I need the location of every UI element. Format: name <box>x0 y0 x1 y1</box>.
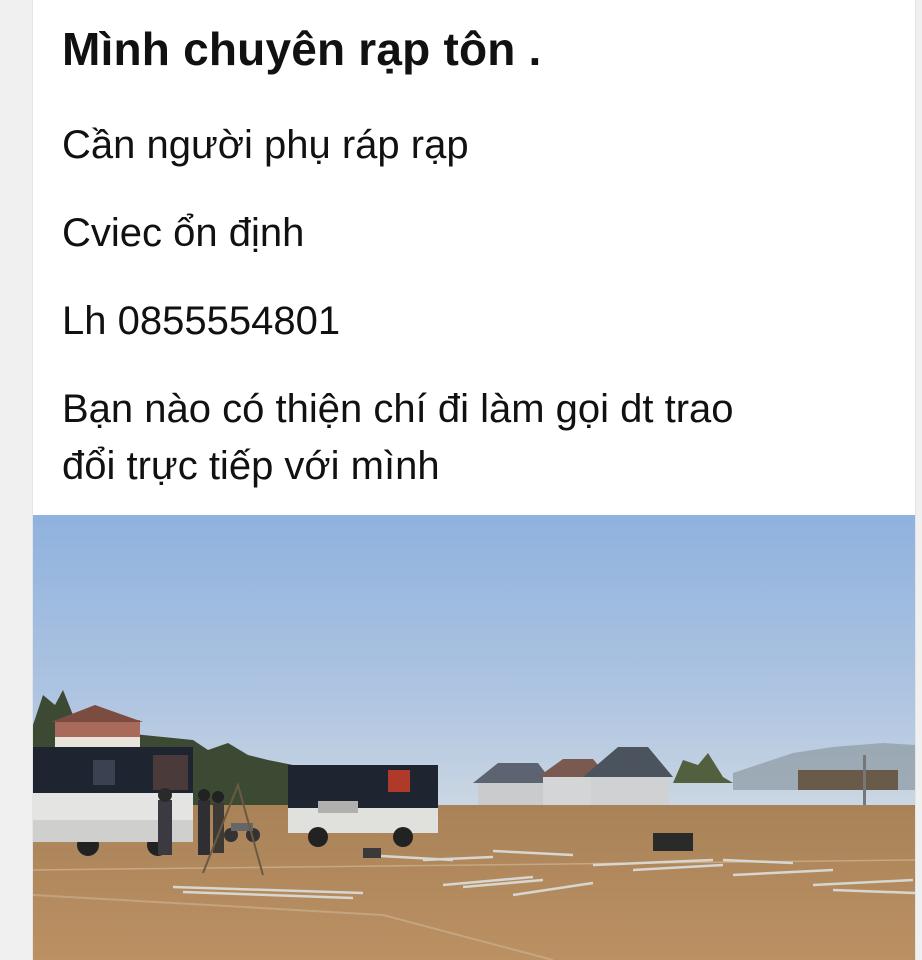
truck-2-body <box>288 808 438 833</box>
truck-1-rear <box>153 755 188 790</box>
truck-1-window <box>93 760 115 785</box>
truck-2-cover <box>288 765 438 810</box>
truck-2-rail <box>318 801 358 813</box>
small-equipment <box>363 848 381 858</box>
post-title: Mình chuyên rạp tôn . <box>62 23 542 75</box>
post-photo[interactable] <box>33 515 915 960</box>
post-card: Mình chuyên rạp tôn . Cần người phụ ráp … <box>32 0 916 960</box>
worker-1-head <box>158 788 172 802</box>
worker-2-head <box>198 789 210 801</box>
worker-3-head <box>212 791 224 803</box>
truck-2-wheel-1 <box>308 827 328 847</box>
truck-2-rear-detail <box>388 770 410 792</box>
truck-2-wheel-2 <box>393 827 413 847</box>
post-line-stable-job: Cviec ổn định <box>62 211 305 255</box>
post-line-call-invite-cont: đổi trực tiếp với mình <box>62 444 440 488</box>
equipment-box <box>653 833 693 851</box>
worker-1 <box>158 800 172 855</box>
building-right <box>798 770 898 790</box>
house-wall-1 <box>478 783 548 805</box>
house-wall-3 <box>591 777 669 805</box>
post-line-hiring: Cần người phụ ráp rạp <box>62 123 469 167</box>
worker-2 <box>198 800 210 855</box>
post-line-contact-phone: Lh 0855554801 <box>62 299 341 343</box>
post-line-call-invite: Bạn nào có thiện chí đi làm gọi dt trao <box>62 387 734 431</box>
